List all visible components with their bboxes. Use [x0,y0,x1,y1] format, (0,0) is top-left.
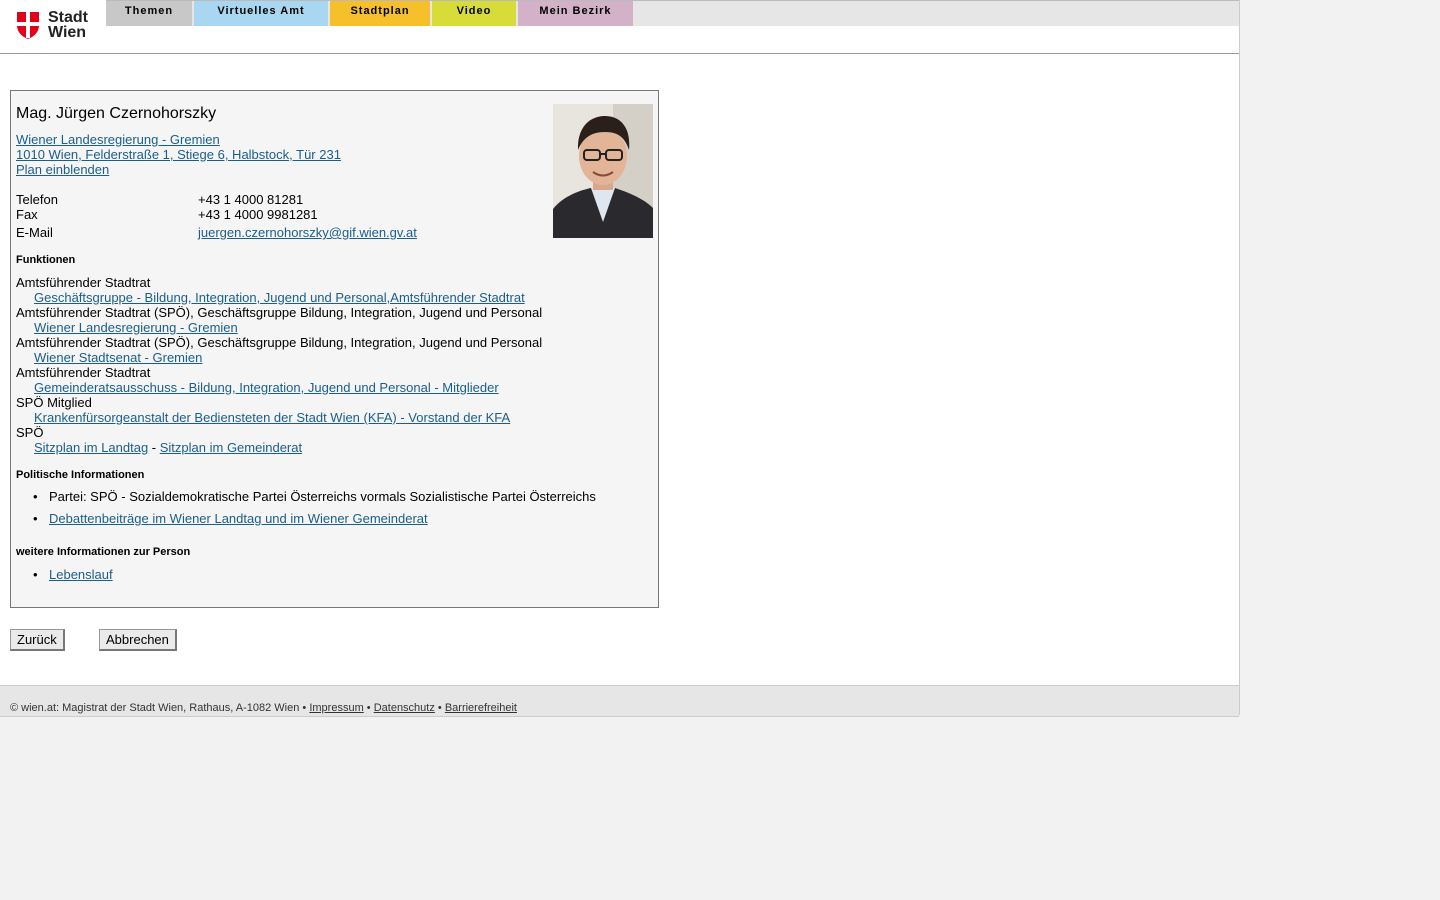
nav-tab-stadtplan[interactable]: Stadtplan [330,1,430,26]
function-link[interactable]: Gemeinderatsausschuss - Bildung, Integra… [34,380,499,395]
person-card: Mag. Jürgen Czernohorszky Wiener Landesr… [10,90,659,608]
cancel-button[interactable]: Abbrechen [99,629,177,651]
weitere-info-heading: weitere Informationen zur Person [16,546,191,558]
function-role: Amtsführender Stadtrat [16,365,151,380]
datenschutz-link[interactable]: Datenschutz [374,702,435,714]
sitzplan-gemeinderat-link[interactable]: Sitzplan im Gemeinderat [160,440,302,455]
sitzplan-landtag-link[interactable]: Sitzplan im Landtag [34,440,148,455]
barrierefreiheit-link[interactable]: Barrierefreiheit [445,702,517,714]
fax-value: +43 1 4000 9981281 [198,207,318,222]
nav-tab-virtuelles-amt[interactable]: Virtuelles Amt [194,1,328,26]
function-role-last: SPÖ [16,425,44,440]
function-link[interactable]: Wiener Landesregierung - Gremien [34,320,238,335]
phone-label: Telefon [16,192,58,207]
stadt-wien-logo[interactable]: Stadt Wien [16,10,96,42]
lebenslauf-item: Lebenslauf [33,567,113,582]
debatten-link[interactable]: Debattenbeiträge im Wiener Landtag und i… [49,511,428,526]
org-link[interactable]: Wiener Landesregierung - Gremien [16,132,220,147]
function-role: Amtsführender Stadtrat (SPÖ), Geschäftsg… [16,305,543,320]
function-link[interactable]: Geschäftsgruppe - Bildung, Integration, … [34,290,525,305]
contact-row-email: E-Mail juergen.czernohorszky@gif.wien.gv… [16,225,417,240]
wien-shield-icon [17,12,39,39]
debatten-item: Debattenbeiträge im Wiener Landtag und i… [33,511,596,526]
site-footer: © wien.at: Magistrat der Stadt Wien, Rat… [0,685,1239,717]
funktionen-heading: Funktionen [16,254,76,266]
logo-text: Stadt Wien [48,9,88,41]
weitere-info-list: Lebenslauf [33,567,113,582]
politische-info-list: Partei: SPÖ - Sozialdemokratische Partei… [33,489,596,526]
function-role: SPÖ Mitglied [16,395,92,410]
sitzplan-separator: - [148,440,160,455]
function-link[interactable]: Wiener Stadtsenat - Gremien [34,350,202,365]
function-link[interactable]: Krankenfürsorgeanstalt der Bediensteten … [34,410,510,425]
nav-tab-mein-bezirk[interactable]: Mein Bezirk [518,1,633,26]
footer-separator: • [363,702,374,714]
nav-tab-themen[interactable]: Themen [106,1,192,26]
footer-text: © wien.at: Magistrat der Stadt Wien, Rat… [10,702,517,714]
contact-row-fax: Fax +43 1 4000 9981281 [16,207,318,222]
footer-separator: • [434,702,445,714]
function-role: Amtsführender Stadtrat (SPÖ), Geschäftsg… [16,335,543,350]
contact-row-phone: Telefon +43 1 4000 81281 [16,192,303,207]
footer-copyright: © wien.at: Magistrat der Stadt Wien, Rat… [10,702,300,714]
lebenslauf-link[interactable]: Lebenslauf [49,567,113,582]
site-header: Stadt Wien Themen Virtuelles Amt Stadtpl… [0,0,1239,54]
page: Stadt Wien Themen Virtuelles Amt Stadtpl… [0,0,1240,717]
email-link[interactable]: juergen.czernohorszky@gif.wien.gv.at [198,225,417,240]
funktionen-list: Amtsführender Stadtrat Geschäftsgruppe -… [16,275,636,455]
address-link[interactable]: 1010 Wien, Felderstraße 1, Stiege 6, Hal… [16,147,341,162]
footer-separator: • [299,702,310,714]
person-address-block: Wiener Landesregierung - Gremien 1010 Wi… [16,132,341,177]
nav-tab-video[interactable]: Video [432,1,516,26]
partei-item: Partei: SPÖ - Sozialdemokratische Partei… [33,489,596,504]
show-map-link[interactable]: Plan einblenden [16,162,109,177]
email-label: E-Mail [16,225,53,240]
person-photo [553,104,653,238]
main-nav: Themen Virtuelles Amt Stadtplan Video Me… [106,0,1239,26]
person-name: Mag. Jürgen Czernohorszky [16,105,217,122]
phone-value: +43 1 4000 81281 [198,192,304,207]
impressum-link[interactable]: Impressum [309,702,363,714]
function-role: Amtsführender Stadtrat [16,275,151,290]
logo-line1: Stadt [48,9,88,26]
back-button[interactable]: Zurück [10,629,65,651]
logo-line2: Wien [48,24,87,41]
fax-label: Fax [16,207,38,222]
politische-info-heading: Politische Informationen [16,469,145,481]
